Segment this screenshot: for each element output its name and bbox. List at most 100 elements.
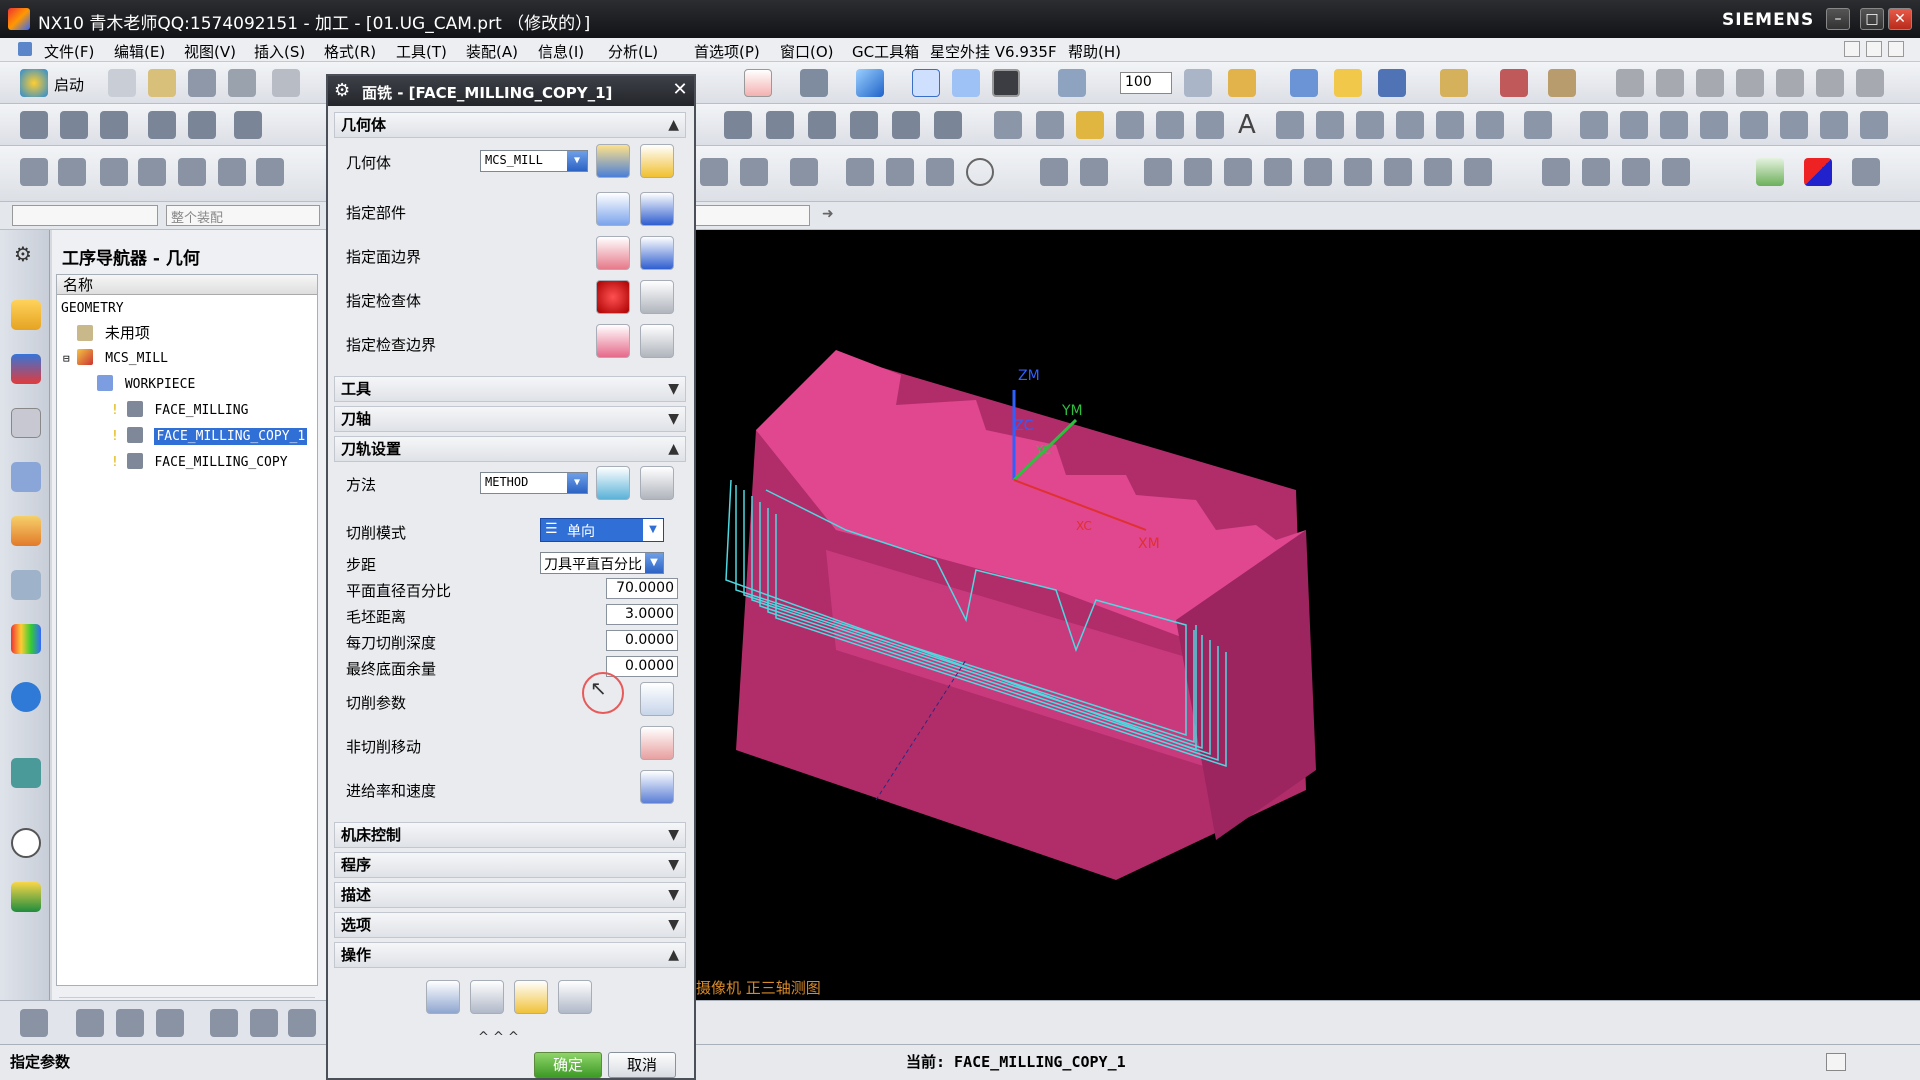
rotate-view-icon[interactable] <box>800 69 828 97</box>
mfg-icon-16[interactable] <box>1224 158 1252 186</box>
cancel-button[interactable]: 取消 <box>608 1052 676 1078</box>
line-icon[interactable] <box>994 111 1022 139</box>
chevron-down-icon[interactable]: ▼ <box>668 853 679 877</box>
display-face-boundary-button[interactable] <box>640 236 674 270</box>
mfg-icon-20[interactable] <box>1384 158 1412 186</box>
back-arrow-icon[interactable] <box>100 158 128 186</box>
bottom-tool-icon-3[interactable] <box>116 1009 144 1037</box>
display-part-button[interactable] <box>640 192 674 226</box>
tree-row-unused[interactable]: 未用项 <box>77 321 335 345</box>
menu-icon[interactable] <box>18 42 32 56</box>
section-machine-control[interactable]: 机床控制 ▼ <box>334 822 686 848</box>
mfg-icon-9[interactable] <box>846 158 874 186</box>
menu-analysis[interactable]: 分析(L) <box>608 41 658 62</box>
mfg-icon-21[interactable] <box>1424 158 1452 186</box>
menu-insert[interactable]: 插入(S) <box>254 41 305 62</box>
layer-icon[interactable] <box>1058 69 1086 97</box>
analysis-icon[interactable] <box>1334 69 1362 97</box>
chevron-up-icon[interactable]: ▲ <box>668 943 679 967</box>
mfg-icon-2[interactable] <box>58 158 86 186</box>
stepover-dropdown[interactable]: 刀具平直百分比 ▼ <box>540 552 664 574</box>
palette-icon[interactable] <box>11 624 41 654</box>
tree-row-workpiece[interactable]: WORKPIECE <box>97 373 355 397</box>
mfg-icon-4[interactable] <box>218 158 246 186</box>
toolpath-icon-6[interactable] <box>934 111 962 139</box>
blank-distance-input[interactable]: 3.0000 <box>606 604 678 625</box>
depth-per-cut-input[interactable]: 0.0000 <box>606 630 678 651</box>
menu-edit[interactable]: 编辑(E) <box>114 41 165 62</box>
roles-icon[interactable] <box>11 882 41 912</box>
specify-check-body-button[interactable] <box>596 280 630 314</box>
view-icon[interactable] <box>1756 158 1784 186</box>
display-icon[interactable] <box>1440 69 1468 97</box>
dialog-title-bar[interactable]: ⚙ 面铣 - [FACE_MILLING_COPY_1] ✕ <box>328 76 694 106</box>
mfg-circle-icon[interactable] <box>966 158 994 186</box>
shaded-view-icon[interactable] <box>856 69 884 97</box>
cutting-parameters-button[interactable] <box>640 682 674 716</box>
toolpath-icon-3[interactable] <box>808 111 836 139</box>
status-window-icon[interactable] <box>1826 1053 1846 1071</box>
operation-navigator-icon[interactable] <box>11 300 41 330</box>
feeds-speeds-button[interactable] <box>640 770 674 804</box>
verify-toolpath-button[interactable] <box>514 980 548 1014</box>
feature-icon-2[interactable] <box>1656 69 1684 97</box>
geometry-dropdown[interactable]: MCS_MILL ▼ <box>480 150 588 172</box>
chevron-down-icon[interactable]: ▼ <box>567 473 587 493</box>
non-cutting-moves-button[interactable] <box>640 726 674 760</box>
chevron-down-icon[interactable]: ▼ <box>668 407 679 431</box>
print-icon[interactable] <box>228 69 256 97</box>
hole-icon[interactable] <box>234 111 262 139</box>
arrow-right-icon[interactable]: ➜ <box>822 206 834 222</box>
nx-app-icon[interactable] <box>8 8 30 30</box>
circle-icon[interactable] <box>1076 111 1104 139</box>
generate-toolpath-button[interactable] <box>426 980 460 1014</box>
scope-combo[interactable]: 整个装配 <box>166 205 320 226</box>
mfg-icon-24[interactable] <box>1582 158 1610 186</box>
color-icon[interactable] <box>1804 158 1832 186</box>
feature-icon-5[interactable] <box>1776 69 1804 97</box>
mfg-icon-26[interactable] <box>1662 158 1690 186</box>
chevron-down-icon[interactable]: ▼ <box>645 553 663 573</box>
open-file-icon[interactable] <box>148 69 176 97</box>
feature-icon-7[interactable] <box>1856 69 1884 97</box>
new-file-icon[interactable] <box>108 69 136 97</box>
chevron-down-icon[interactable]: ▼ <box>668 883 679 907</box>
sketch-icon-5[interactable] <box>1436 111 1464 139</box>
bottom-tool-icon-4[interactable] <box>156 1009 184 1037</box>
menu-file[interactable]: 文件(F) <box>44 41 94 62</box>
mfg-icon-18[interactable] <box>1304 158 1332 186</box>
section-actions[interactable]: 操作 ▲ <box>334 942 686 968</box>
list-toolpath-button[interactable] <box>558 980 592 1014</box>
menu-plugin[interactable]: 星空外挂 V6.935F <box>930 41 1057 62</box>
close-window-button[interactable]: ✕ <box>1888 8 1912 30</box>
menu-gc-toolbox[interactable]: GC工具箱 <box>852 41 919 62</box>
mfg-icon-23[interactable] <box>1542 158 1570 186</box>
mfg-icon-14[interactable] <box>1144 158 1172 186</box>
doc-close-button[interactable] <box>1888 41 1904 57</box>
mfg-icon-27[interactable] <box>1852 158 1880 186</box>
gear-icon[interactable]: ⚙ <box>14 242 32 266</box>
curve-icon-7[interactable] <box>1820 111 1848 139</box>
extrude-icon[interactable] <box>20 111 48 139</box>
zoom-percent-field[interactable]: 100 <box>1120 72 1172 94</box>
column-header-name[interactable]: 名称 <box>57 275 317 295</box>
flat-diameter-input[interactable]: 70.0000 <box>606 578 678 599</box>
measure-icon[interactable] <box>1290 69 1318 97</box>
new-geometry-button[interactable] <box>596 144 630 178</box>
save-icon[interactable] <box>188 69 216 97</box>
history-icon[interactable] <box>11 758 41 788</box>
mfg-icon-13[interactable] <box>1080 158 1108 186</box>
mfg-icon-1[interactable] <box>20 158 48 186</box>
mfg-icon-15[interactable] <box>1184 158 1212 186</box>
chevron-down-icon[interactable]: ▼ <box>643 519 663 541</box>
section-options[interactable]: 选项 ▼ <box>334 912 686 938</box>
rectangle-icon[interactable] <box>1116 111 1144 139</box>
specify-face-boundary-button[interactable] <box>596 236 630 270</box>
curve-icon-1[interactable] <box>1580 111 1608 139</box>
mfg-icon-7[interactable] <box>740 158 768 186</box>
display-check-body-button[interactable] <box>640 280 674 314</box>
curve-icon-6[interactable] <box>1780 111 1808 139</box>
mfg-icon-17[interactable] <box>1264 158 1292 186</box>
section-tool-axis[interactable]: 刀轴 ▼ <box>334 406 686 432</box>
collapse-dialog-icon[interactable]: ^ ^ ^ <box>478 1030 519 1045</box>
